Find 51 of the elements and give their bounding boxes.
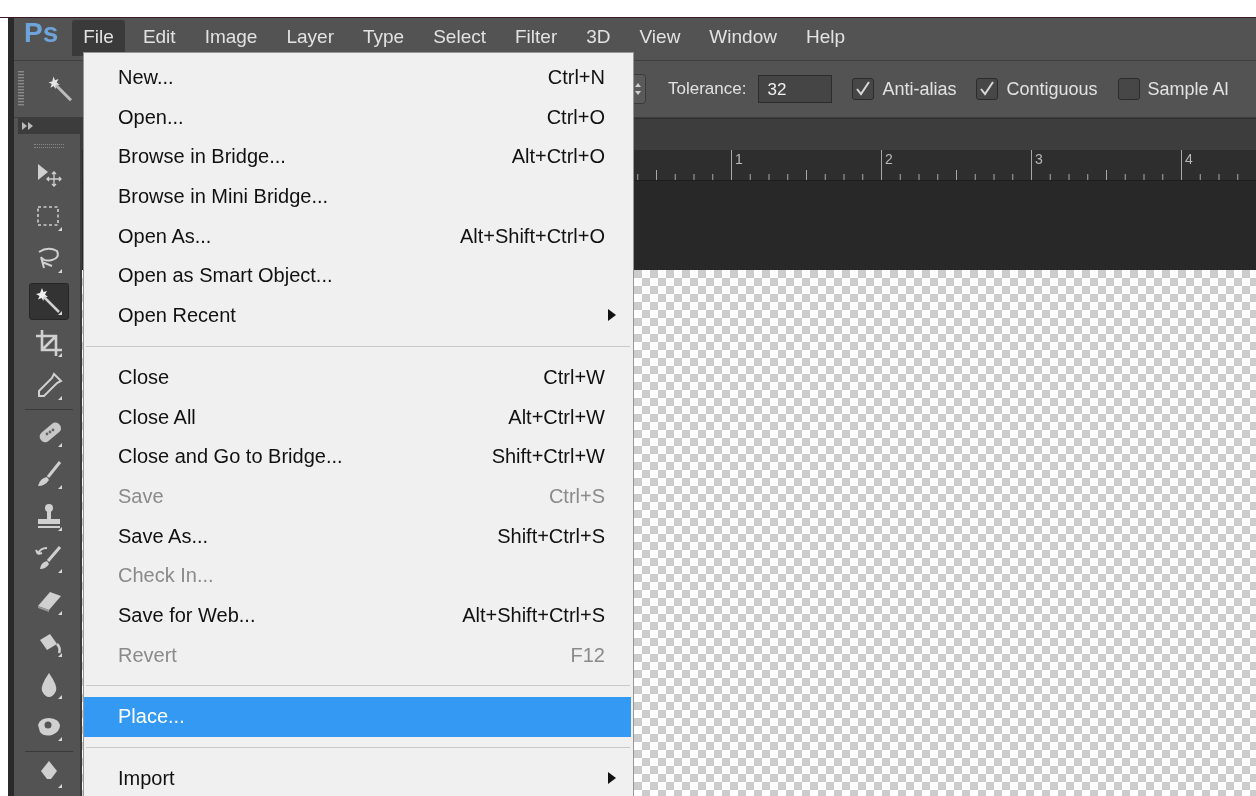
menu-bar-item[interactable]: View — [628, 20, 692, 56]
menu-item[interactable]: Open Recent — [84, 296, 633, 336]
menu-item[interactable]: Browse in Mini Bridge... — [84, 177, 633, 217]
keyboard-shortcut: Shift+Ctrl+S — [497, 523, 605, 549]
ruler-label: 4 — [1185, 151, 1193, 167]
tolerance-label: Tolerance: — [668, 79, 747, 99]
menu-item[interactable]: Import — [84, 759, 633, 796]
collapse-arrows-icon[interactable] — [22, 121, 34, 130]
checkbox-label: Sample Al — [1147, 78, 1229, 100]
menu-bar-item[interactable]: Select — [422, 20, 497, 56]
keyboard-shortcut: Alt+Shift+Ctrl+S — [462, 602, 605, 628]
menu-item[interactable]: Save As... Shift+Ctrl+S — [84, 516, 633, 557]
menu-bar-item[interactable]: Type — [351, 20, 416, 56]
app-logo: Ps — [24, 17, 59, 49]
menu-item[interactable]: Open... Ctrl+O — [84, 97, 633, 138]
menu-item[interactable]: Close All Alt+Ctrl+W — [84, 397, 633, 438]
keyboard-shortcut: Ctrl+W — [543, 364, 605, 390]
keyboard-shortcut: F12 — [570, 642, 605, 668]
menu-item[interactable]: Save for Web... Alt+Shift+Ctrl+S — [84, 595, 633, 636]
menu-bar-item[interactable]: Image — [193, 20, 269, 56]
checkbox-label: Contiguous — [1006, 78, 1098, 100]
menu-item[interactable]: New... Ctrl+N — [84, 58, 633, 98]
checkbox[interactable] — [976, 78, 999, 100]
menu-bar-item[interactable]: Window — [698, 20, 788, 56]
menu-bar-item[interactable]: Filter — [504, 20, 569, 56]
checkbox[interactable] — [852, 78, 875, 100]
checkbox-label: Anti-alias — [882, 78, 957, 100]
menu-bar-item[interactable]: 3D — [575, 20, 622, 56]
keyboard-shortcut: Alt+Ctrl+W — [508, 404, 605, 430]
menu-bar-item[interactable]: Edit — [131, 20, 187, 56]
menu-item[interactable]: Open as Smart Object... — [84, 256, 633, 297]
keyboard-shortcut: Alt+Shift+Ctrl+O — [459, 223, 605, 249]
menu-item[interactable]: Open As... Alt+Shift+Ctrl+O — [84, 216, 633, 257]
grip-handle-icon[interactable] — [18, 71, 24, 107]
tool-button[interactable] — [29, 282, 69, 320]
keyboard-shortcut: Shift+Ctrl+W — [491, 444, 605, 470]
menu-item[interactable]: Browse in Bridge... Alt+Ctrl+O — [84, 137, 633, 178]
ruler-label: 3 — [1035, 151, 1043, 167]
checkbox[interactable] — [1117, 78, 1140, 100]
tolerance-input[interactable]: 32 — [758, 75, 833, 103]
keyboard-shortcut: Ctrl+O — [546, 104, 605, 130]
menu-item[interactable]: Close Ctrl+W — [84, 357, 633, 398]
menu-bar-item[interactable]: Help — [794, 20, 856, 56]
menu-item[interactable]: Close and Go to Bridge... Shift+Ctrl+W — [84, 437, 633, 477]
keyboard-shortcut: Ctrl+S — [548, 483, 605, 509]
ruler-label: 1 — [735, 151, 743, 167]
keyboard-shortcut: Alt+Ctrl+O — [511, 144, 605, 170]
menu-bar-item[interactable]: Layer — [275, 20, 345, 56]
ruler-label: 2 — [885, 151, 893, 167]
keyboard-shortcut: Ctrl+N — [547, 65, 605, 90]
menu-bar-item[interactable]: File — [72, 20, 125, 56]
